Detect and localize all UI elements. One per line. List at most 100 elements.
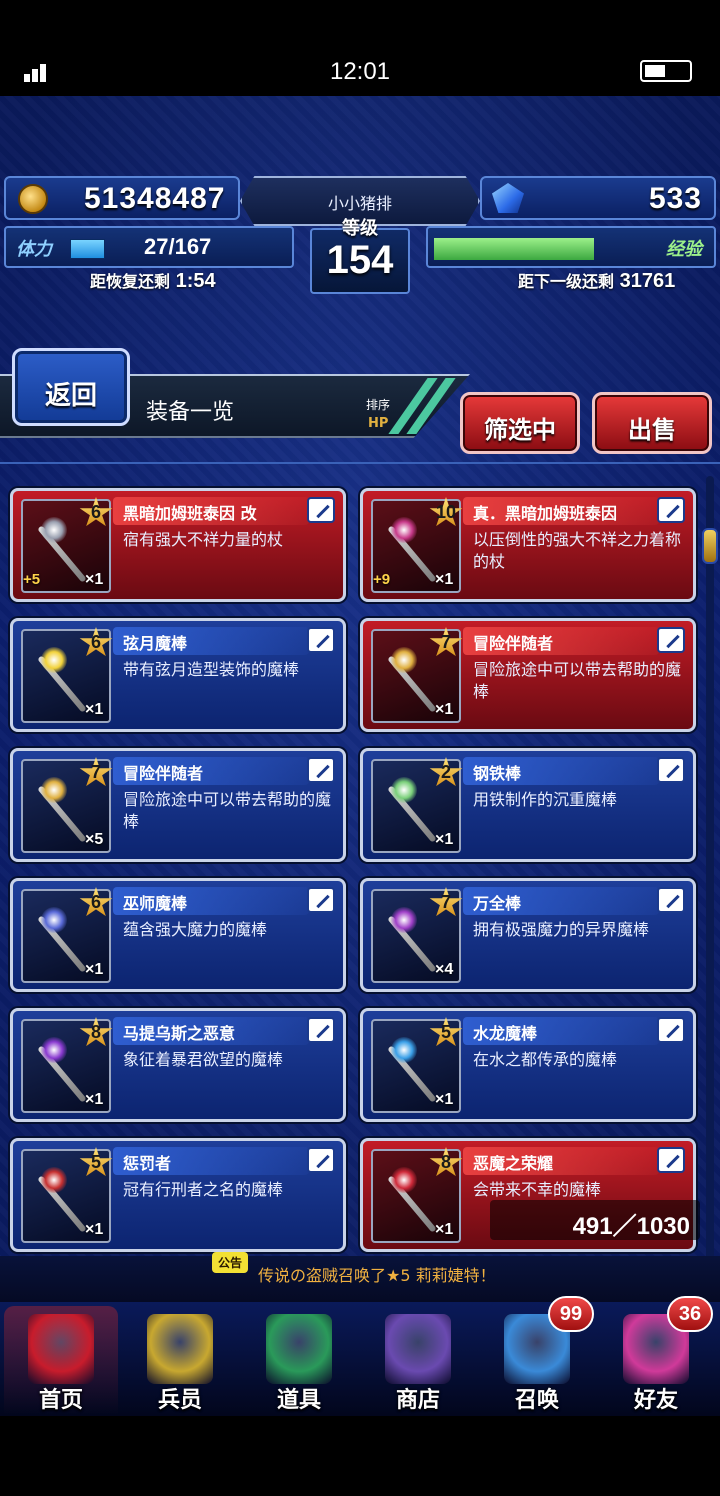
item-rank: 7 (440, 892, 451, 912)
stamina-fill (70, 239, 105, 259)
wand-type-icon (657, 627, 685, 653)
next-level-value: 31761 (619, 270, 676, 292)
equipment-card[interactable]: 8 马提乌斯之恶意 象征着暴君欲望的魔棒 ×1 (10, 1008, 346, 1122)
item-quantity: ×1 (85, 571, 104, 588)
next-level-info: 距下一级还剩 31761 (518, 268, 675, 293)
wand-type-icon (657, 757, 685, 783)
equipment-card[interactable]: 7 万全棒拥有极强魔力的异界魔棒 ×4 (360, 878, 696, 992)
item-name: 钢铁棒 (473, 764, 522, 783)
nav-item[interactable]: 兵员 (123, 1306, 237, 1414)
item-count: 491／1030 (572, 1213, 690, 1240)
recover-info: 距恢复还剩 1:54 (90, 268, 216, 293)
sort-label[interactable]: 排序 (366, 396, 390, 413)
equipment-card[interactable]: 6 黑暗加姆班泰因 改宿有强大不祥力量的杖 ×1 +5 (10, 488, 346, 602)
recover-label: 距恢复还剩 (90, 272, 171, 291)
equipment-card[interactable]: 6 巫师魔棒蕴含强大魔力的魔棒 ×1 (10, 878, 346, 992)
wand-type-icon (307, 887, 335, 913)
item-rank: 2 (440, 762, 451, 782)
player-level: 154 (326, 238, 394, 282)
item-quantity: ×1 (85, 1221, 104, 1238)
gem-amount: 533 (648, 182, 702, 215)
equipment-card[interactable]: 10 真．黑暗加姆班泰因 以压倒性的强大不祥之力着称的杖 ×1 +9 (360, 488, 696, 602)
player-name: 小小猪排 (327, 194, 392, 213)
sell-button[interactable]: 出售 (592, 392, 712, 454)
item-quantity: ×1 (435, 571, 454, 588)
level-label: 等级 (342, 218, 378, 239)
item-rank: 6 (90, 502, 101, 522)
scrollbar-thumb[interactable] (702, 528, 718, 564)
equipment-card[interactable]: 5 水龙魔棒 在水之都传承的魔棒 ×1 (360, 1008, 696, 1122)
item-name: 真．黑暗加姆班泰因 (473, 504, 618, 523)
wand-type-icon (657, 887, 685, 913)
nav-icon (28, 1314, 94, 1384)
item-description: 象征着暴君欲望的魔棒 (123, 1050, 284, 1069)
sort-value[interactable]: HP (368, 416, 388, 431)
system-bottom-area (0, 1416, 720, 1496)
item-description: 用铁制作的沉重魔棒 (473, 790, 618, 809)
wand-type-icon (307, 1147, 335, 1173)
recover-time: 1:54 (175, 270, 216, 292)
item-name: 黑暗加姆班泰因 改 (123, 504, 257, 523)
equipment-card[interactable]: 2 钢铁棒用铁制作的沉重魔棒 ×1 (360, 748, 696, 862)
notice-tag: 公告 (212, 1252, 249, 1273)
gold-coin-icon (18, 184, 48, 214)
item-rank: 5 (90, 1152, 101, 1172)
level-plate: 小小猪排 154 等级 (240, 176, 480, 296)
wand-type-icon (657, 497, 685, 523)
equipment-card[interactable]: 7 冒险伴随者 冒险旅途中可以带去帮助的魔棒 ×1 (360, 618, 696, 732)
item-name: 冒险伴随者 (123, 764, 204, 783)
sell-label: 出售 (628, 416, 676, 444)
filter-label: 筛选中 (484, 416, 556, 444)
item-rank: 6 (90, 632, 101, 652)
divider (0, 462, 720, 464)
wand-type-icon (307, 497, 335, 523)
nav-label: 兵员 (157, 1388, 202, 1413)
item-quantity: ×4 (435, 961, 454, 978)
item-rank: 6 (90, 892, 101, 912)
item-name: 弦月魔棒 (123, 634, 188, 653)
nav-item[interactable]: 首页 (4, 1306, 118, 1414)
item-quantity: ×1 (85, 701, 104, 718)
item-description: 冒险旅途中可以带去帮助的魔棒 (473, 660, 682, 701)
player-header: 51348487 533 体力 27/167 经验 距恢复还剩 1:54 距下一… (0, 176, 720, 296)
nav-icon (147, 1314, 213, 1384)
item-name: 马提乌斯之恶意 (123, 1024, 236, 1043)
nav-item[interactable]: 道具 (242, 1306, 356, 1414)
nav-label: 道具 (276, 1388, 321, 1413)
gold-amount: 51348487 (84, 182, 226, 215)
game-screen: 51348487 533 体力 27/167 经验 距恢复还剩 1:54 距下一… (0, 96, 720, 1416)
item-description: 宿有强大不祥力量的杖 (123, 530, 284, 549)
nav-label: 好友 (633, 1388, 678, 1413)
item-plus: +9 (373, 571, 391, 588)
item-quantity: ×1 (85, 961, 104, 978)
item-quantity: ×1 (435, 701, 454, 718)
item-rank: 7 (90, 762, 101, 782)
item-name: 巫师魔棒 (123, 894, 188, 913)
back-label: 返回 (44, 381, 97, 411)
item-counter: 491／1030 (490, 1200, 700, 1240)
battery-icon (640, 60, 692, 82)
item-quantity: ×1 (435, 831, 454, 848)
item-description: 带有弦月造型装饰的魔棒 (123, 660, 300, 679)
item-rank: 5 (440, 1022, 451, 1042)
item-name: 惩罚者 (123, 1154, 172, 1173)
item-description: 冒险旅途中可以带去帮助的魔棒 (123, 790, 332, 831)
item-name: 万全棒 (473, 894, 522, 913)
item-quantity: ×5 (85, 831, 104, 848)
item-description: 在水之都传承的魔棒 (473, 1050, 618, 1069)
item-description: 蕴含强大魔力的魔棒 (123, 920, 268, 939)
scrollbar-track[interactable] (706, 476, 714, 1286)
item-description: 拥有极强魔力的异界魔棒 (473, 920, 650, 939)
gem-icon (492, 183, 524, 213)
nav-item[interactable]: 商店 (361, 1306, 475, 1414)
filter-button[interactable]: 筛选中 (460, 392, 580, 454)
next-level-label: 距下一级还剩 (518, 272, 615, 291)
equipment-card[interactable]: 6 弦月魔棒带有弦月造型装饰的魔棒 ×1 (10, 618, 346, 732)
item-rank: 7 (440, 632, 451, 652)
equipment-card[interactable]: 5 惩罚者 冠有行刑者之名的魔棒 ×1 (10, 1138, 346, 1252)
item-rank: 10 (435, 502, 457, 522)
item-plus: +5 (23, 571, 41, 588)
back-button[interactable]: 返回 (12, 348, 130, 426)
equipment-card[interactable]: 7 冒险伴随者冒险旅途中可以带去帮助的魔棒 ×5 (10, 748, 346, 862)
nav-icon (266, 1314, 332, 1384)
